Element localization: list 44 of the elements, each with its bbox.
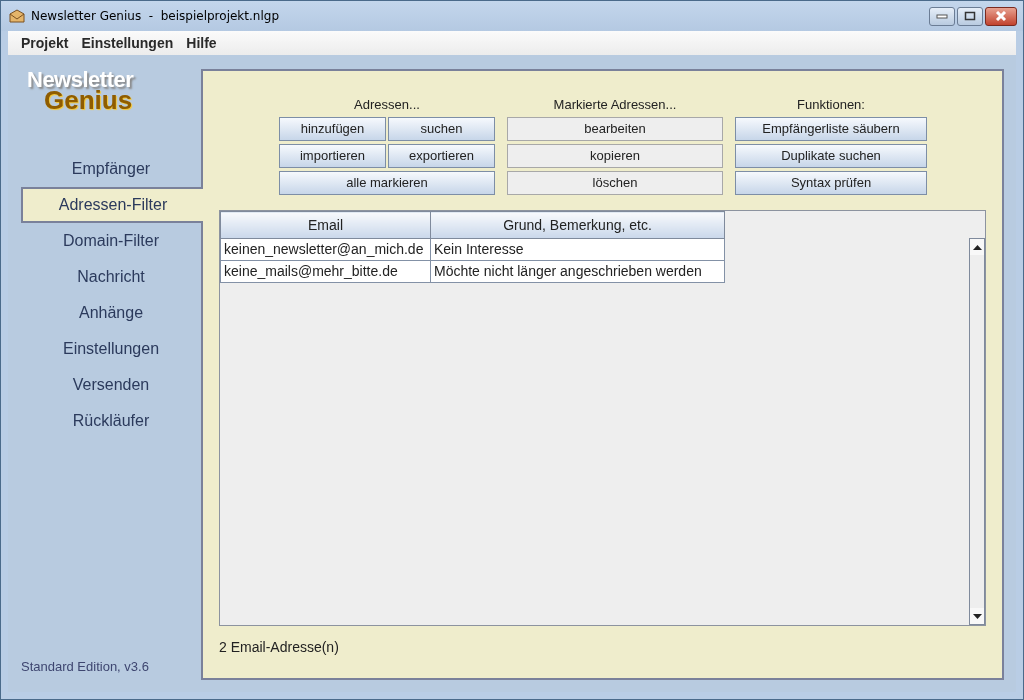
group-title: Funktionen:: [796, 96, 866, 114]
action-button[interactable]: exportieren: [388, 144, 495, 168]
sidebar-item[interactable]: Adressen-Filter: [21, 187, 203, 223]
minimize-button[interactable]: [929, 6, 955, 26]
action-button[interactable]: Empfängerliste säubern: [735, 117, 927, 141]
table-cell: Kein Interesse: [430, 238, 725, 261]
close-icon: [995, 11, 1007, 21]
close-button[interactable]: [985, 6, 1017, 26]
window-title: Newsletter Genius - beispielprojekt.nlgp: [31, 8, 280, 25]
sidebar-item[interactable]: Domain-Filter: [21, 223, 201, 259]
maximize-icon: [964, 11, 976, 21]
up-arrow-icon: [972, 244, 982, 250]
sidebar-item[interactable]: Versenden: [21, 367, 201, 403]
down-arrow-icon: [972, 613, 982, 619]
action-button[interactable]: suchen: [388, 117, 495, 141]
sidebar-item[interactable]: Anhänge: [21, 295, 201, 331]
column-header[interactable]: Email: [220, 211, 431, 239]
group-title: Adressen...: [353, 96, 421, 114]
sidebar-item[interactable]: Rückläufer: [21, 403, 201, 439]
address-count: 2 Email-Adresse(n): [219, 638, 340, 657]
sidebar-item[interactable]: Einstellungen: [21, 331, 201, 367]
group-title: Markierte Adressen...: [552, 96, 678, 114]
app-logo: Newsletter Genius: [27, 69, 135, 117]
menu-item[interactable]: Einstellungen: [81, 32, 174, 54]
envelope-icon: [9, 9, 25, 23]
sidebar-item[interactable]: Nachricht: [21, 259, 201, 295]
table-cell: keinen_newsletter@an_mich.de: [220, 238, 431, 261]
action-button[interactable]: alle markieren: [279, 171, 495, 195]
table-cell: Möchte nicht länger angeschrieben werden: [430, 260, 725, 283]
table-cell: keine_mails@mehr_bitte.de: [220, 260, 431, 283]
maximize-button[interactable]: [957, 6, 983, 26]
scroll-up-button[interactable]: [970, 239, 984, 255]
column-header[interactable]: Grund, Bemerkung, etc.: [430, 211, 725, 239]
scrollbar[interactable]: [969, 238, 985, 625]
action-button[interactable]: Duplikate suchen: [735, 144, 927, 168]
menu-item[interactable]: Projekt: [21, 32, 69, 54]
action-button[interactable]: importieren: [279, 144, 386, 168]
action-button[interactable]: Syntax prüfen: [735, 171, 927, 195]
sidebar-item[interactable]: Empfänger: [21, 151, 201, 187]
edition-label: Standard Edition, v3.6: [21, 657, 150, 676]
scroll-down-button[interactable]: [970, 608, 984, 624]
action-button[interactable]: hinzufügen: [279, 117, 386, 141]
menu-item[interactable]: Hilfe: [186, 32, 217, 54]
minimize-icon: [936, 13, 948, 19]
